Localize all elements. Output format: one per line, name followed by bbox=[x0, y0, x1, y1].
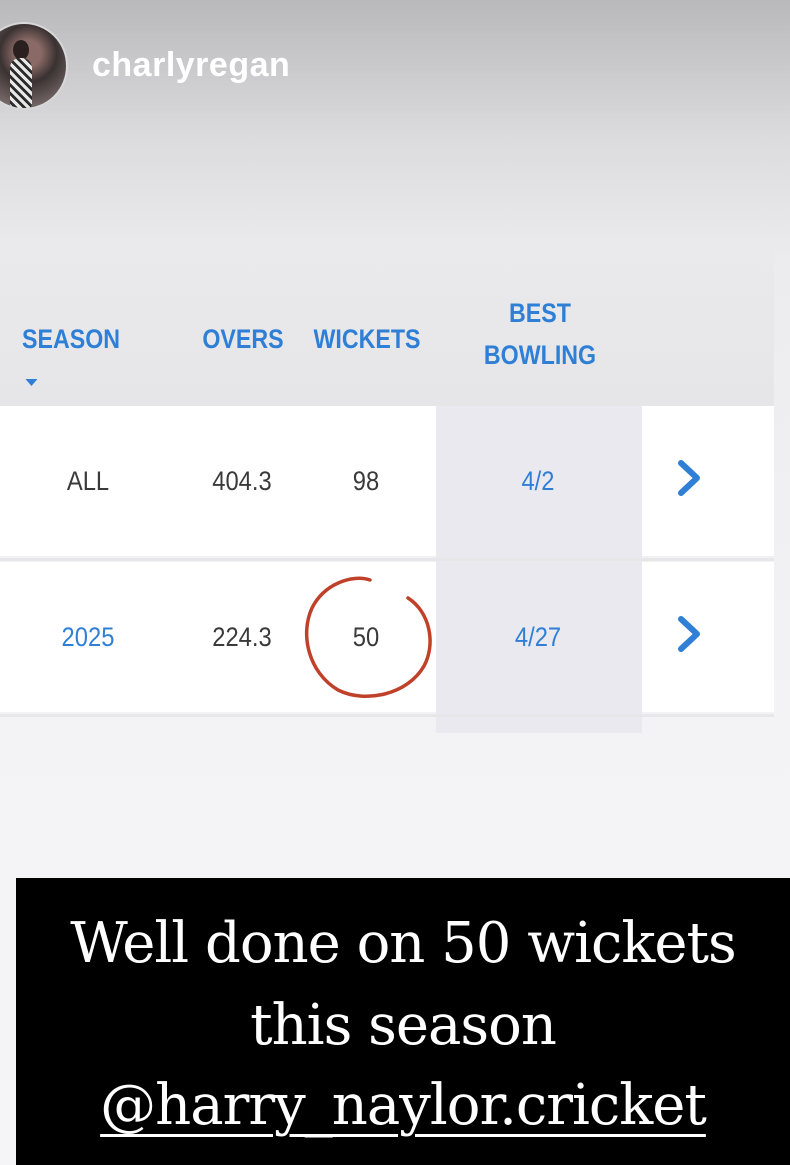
username[interactable]: charlyregan bbox=[92, 46, 290, 85]
best-bowling-cell: 4/27 bbox=[514, 622, 562, 652]
overs-cell: 224.3 bbox=[212, 622, 272, 652]
avatar-head bbox=[13, 40, 29, 60]
overs-cell: 404.3 bbox=[212, 466, 272, 496]
season-cell-link[interactable]: 2025 bbox=[35, 617, 141, 657]
mention-link[interactable]: @harry_naylor.cricket bbox=[16, 1074, 790, 1138]
season-header[interactable]: SEASON bbox=[22, 318, 134, 402]
best-bowling-header-line2: BOWLING bbox=[483, 340, 597, 370]
avatar-figure bbox=[10, 58, 32, 108]
caption-line-2: this season bbox=[250, 993, 557, 1058]
wickets-cell: 50 bbox=[352, 622, 380, 652]
season-header-label: SEASON bbox=[22, 324, 121, 354]
best-bowling-column-highlight bbox=[436, 406, 642, 733]
chevron-right-icon[interactable] bbox=[672, 458, 706, 498]
best-bowling-cell: 4/2 bbox=[521, 466, 555, 496]
season-cell: ALL bbox=[66, 466, 110, 496]
wickets-header: WICKETS bbox=[313, 324, 421, 354]
caption-line-1: Well done on 50 wickets bbox=[70, 911, 737, 976]
table-header: SEASON OVERS WICKETS BEST BOWLING bbox=[0, 240, 774, 406]
bowling-stats-table: SEASON OVERS WICKETS BEST BOWLING ALL 40… bbox=[0, 228, 774, 733]
row-divider bbox=[0, 714, 774, 717]
profile-avatar[interactable] bbox=[0, 22, 68, 110]
caret-down-icon bbox=[25, 379, 38, 387]
best-bowling-header-line1: BEST bbox=[509, 298, 571, 328]
row-divider bbox=[0, 558, 774, 561]
overs-header: OVERS bbox=[202, 324, 284, 354]
wickets-cell: 98 bbox=[352, 466, 380, 496]
story-header: charlyregan bbox=[0, 0, 790, 130]
chevron-right-icon[interactable] bbox=[672, 614, 706, 654]
best-bowling-header: BEST BOWLING bbox=[468, 292, 612, 376]
story-caption: Well done on 50 wickets this season @har… bbox=[16, 878, 790, 1165]
